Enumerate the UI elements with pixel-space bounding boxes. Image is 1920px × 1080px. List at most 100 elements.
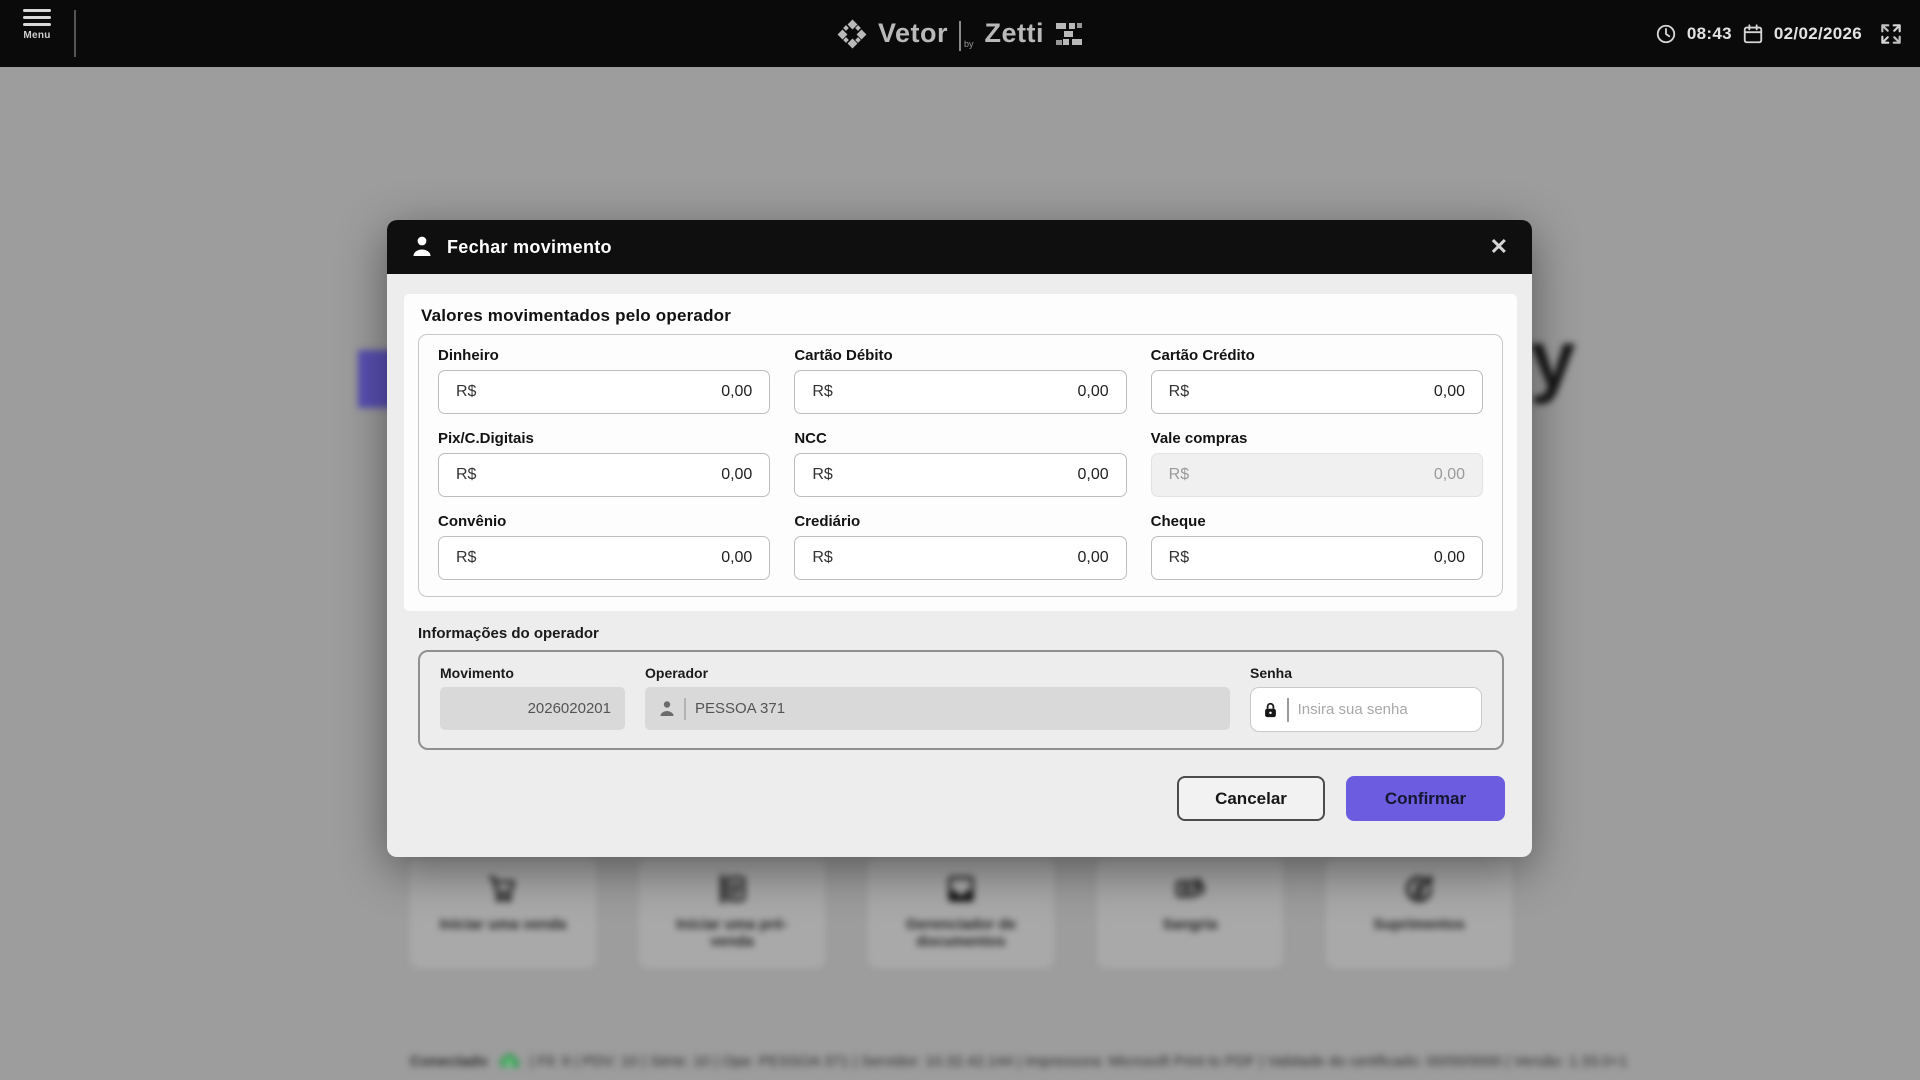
status-bar: Conectado | Fil: 9 | PDV: 10 | Série: 10… bbox=[410, 1051, 1628, 1071]
convenio-input[interactable]: R$ 0,00 bbox=[438, 536, 770, 580]
currency-prefix: R$ bbox=[456, 549, 476, 567]
card-label: Iniciar uma venda bbox=[433, 916, 573, 933]
vale-compras-input-disabled: R$ 0,00 bbox=[1151, 453, 1483, 497]
home-action-cards: Iniciar uma venda Iniciar uma pré-venda … bbox=[410, 858, 1512, 968]
cartao-credito-input[interactable]: R$ 0,00 bbox=[1151, 370, 1483, 414]
status-details: | Fil: 9 | PDV: 10 | Série: 10 | Ope: PE… bbox=[530, 1053, 1628, 1070]
currency-prefix: R$ bbox=[812, 466, 832, 484]
amount-value: 0,00 bbox=[1078, 466, 1109, 484]
crediario-input[interactable]: R$ 0,00 bbox=[794, 536, 1126, 580]
topbar-status-area: 08:43 02/02/2026 bbox=[1655, 0, 1904, 67]
money-field-pix-digitais: Pix/C.Digitais R$ 0,00 bbox=[438, 430, 770, 497]
field-label: Cartão Crédito bbox=[1151, 347, 1483, 364]
amount-value: 0,00 bbox=[721, 549, 752, 567]
cloud-connected-icon bbox=[497, 1051, 521, 1071]
card-label: Sangria bbox=[1120, 916, 1260, 933]
money-field-cheque: Cheque R$ 0,00 bbox=[1151, 513, 1483, 580]
topbar-date: 02/02/2026 bbox=[1774, 24, 1862, 44]
lock-icon bbox=[1263, 700, 1278, 720]
operator-section-heading: Informações do operador bbox=[418, 625, 1532, 642]
field-separator bbox=[1287, 698, 1289, 722]
currency-prefix: R$ bbox=[456, 466, 476, 484]
operador-field: Operador PESSOA 371 bbox=[645, 665, 1230, 732]
field-label: Convênio bbox=[438, 513, 770, 530]
movimento-field: Movimento 2026020201 bbox=[440, 665, 625, 732]
amount-value: 0,00 bbox=[1434, 383, 1465, 401]
document-tray-icon bbox=[868, 871, 1054, 907]
senha-label: Senha bbox=[1250, 665, 1482, 681]
money-field-cartao-debito: Cartão Débito R$ 0,00 bbox=[794, 347, 1126, 414]
brand-by-divider: by bbox=[959, 17, 974, 51]
connection-status-label: Conectado bbox=[410, 1053, 488, 1070]
money-field-convenio: Convênio R$ 0,00 bbox=[438, 513, 770, 580]
movimento-readonly-value: 2026020201 bbox=[440, 687, 625, 730]
operador-label: Operador bbox=[645, 665, 1230, 681]
amount-value: 0,00 bbox=[1434, 466, 1465, 484]
topbar: Menu Vetor by Zetti bbox=[0, 0, 1920, 67]
amount-value: 0,00 bbox=[721, 466, 752, 484]
money-field-ncc: NCC R$ 0,00 bbox=[794, 430, 1126, 497]
brand-by-label: by bbox=[964, 39, 974, 51]
cancel-button[interactable]: Cancelar bbox=[1177, 776, 1325, 821]
dialog-title: Fechar movimento bbox=[447, 237, 612, 258]
card-sangria[interactable]: Sangria bbox=[1097, 858, 1283, 968]
ncc-input[interactable]: R$ 0,00 bbox=[794, 453, 1126, 497]
cart-icon bbox=[410, 871, 596, 907]
money-field-vale-compras: Vale compras R$ 0,00 bbox=[1151, 430, 1483, 497]
fullscreen-icon[interactable] bbox=[1878, 21, 1904, 47]
amount-value: 0,00 bbox=[1078, 383, 1109, 401]
fechar-movimento-dialog: Fechar movimento ✕ Valores movimentados … bbox=[387, 220, 1532, 857]
currency-prefix: R$ bbox=[456, 383, 476, 401]
field-label: Cartão Débito bbox=[794, 347, 1126, 364]
money-field-cartao-credito: Cartão Crédito R$ 0,00 bbox=[1151, 347, 1483, 414]
background-partial-heading: y bbox=[1530, 313, 1576, 407]
cash-out-icon bbox=[1097, 871, 1283, 907]
movimento-label: Movimento bbox=[440, 665, 625, 681]
field-label: Cheque bbox=[1151, 513, 1483, 530]
pix-digitais-input[interactable]: R$ 0,00 bbox=[438, 453, 770, 497]
currency-prefix: R$ bbox=[812, 549, 832, 567]
vetor-logo-icon bbox=[837, 19, 867, 49]
card-suprimentos[interactable]: Suprimentos bbox=[1326, 858, 1512, 968]
dialog-header: Fechar movimento ✕ bbox=[387, 220, 1532, 274]
clock-icon bbox=[1655, 23, 1677, 45]
amount-value: 0,00 bbox=[1434, 549, 1465, 567]
senha-input[interactable] bbox=[1298, 701, 1469, 718]
operator-person-icon bbox=[411, 235, 433, 259]
operator-info-group: Movimento 2026020201 Operador PESSOA 371… bbox=[418, 650, 1504, 750]
field-label: NCC bbox=[794, 430, 1126, 447]
currency-prefix: R$ bbox=[1169, 383, 1189, 401]
field-label: Vale compras bbox=[1151, 430, 1483, 447]
card-label: Gerenciador de documentos bbox=[891, 916, 1031, 951]
values-panel: Valores movimentados pelo operador Dinhe… bbox=[404, 294, 1517, 611]
dinheiro-input[interactable]: R$ 0,00 bbox=[438, 370, 770, 414]
calendar-icon bbox=[1742, 23, 1764, 45]
values-section-heading: Valores movimentados pelo operador bbox=[421, 306, 1503, 326]
amount-value: 0,00 bbox=[721, 383, 752, 401]
brand-product-name: Vetor bbox=[878, 18, 948, 49]
pre-sale-list-icon bbox=[639, 871, 825, 907]
brand-logo: Vetor by Zetti bbox=[0, 0, 1920, 67]
currency-prefix: R$ bbox=[812, 383, 832, 401]
person-small-icon bbox=[659, 700, 675, 718]
money-field-crediario: Crediário R$ 0,00 bbox=[794, 513, 1126, 580]
field-separator bbox=[684, 698, 686, 720]
card-label: Iniciar uma pré-venda bbox=[662, 916, 802, 951]
card-gerenciador-documentos[interactable]: Gerenciador de documentos bbox=[868, 858, 1054, 968]
cheque-input[interactable]: R$ 0,00 bbox=[1151, 536, 1483, 580]
senha-field: Senha bbox=[1250, 665, 1482, 732]
movimento-value: 2026020201 bbox=[528, 700, 611, 717]
field-label: Dinheiro bbox=[438, 347, 770, 364]
currency-prefix: R$ bbox=[1169, 549, 1189, 567]
operador-value: PESSOA 371 bbox=[695, 700, 785, 717]
currency-prefix: R$ bbox=[1169, 466, 1189, 484]
senha-input-wrap bbox=[1250, 687, 1482, 732]
zetti-logo-icon bbox=[1055, 22, 1083, 46]
values-fields-group: Dinheiro R$ 0,00 Cartão Débito R$ 0,00 C… bbox=[418, 334, 1503, 597]
close-icon[interactable]: ✕ bbox=[1490, 236, 1508, 258]
cartao-debito-input[interactable]: R$ 0,00 bbox=[794, 370, 1126, 414]
card-iniciar-venda[interactable]: Iniciar uma venda bbox=[410, 858, 596, 968]
confirm-button[interactable]: Confirmar bbox=[1346, 776, 1505, 821]
card-iniciar-pre-venda[interactable]: Iniciar uma pré-venda bbox=[639, 858, 825, 968]
brand-company-name: Zetti bbox=[985, 18, 1045, 49]
